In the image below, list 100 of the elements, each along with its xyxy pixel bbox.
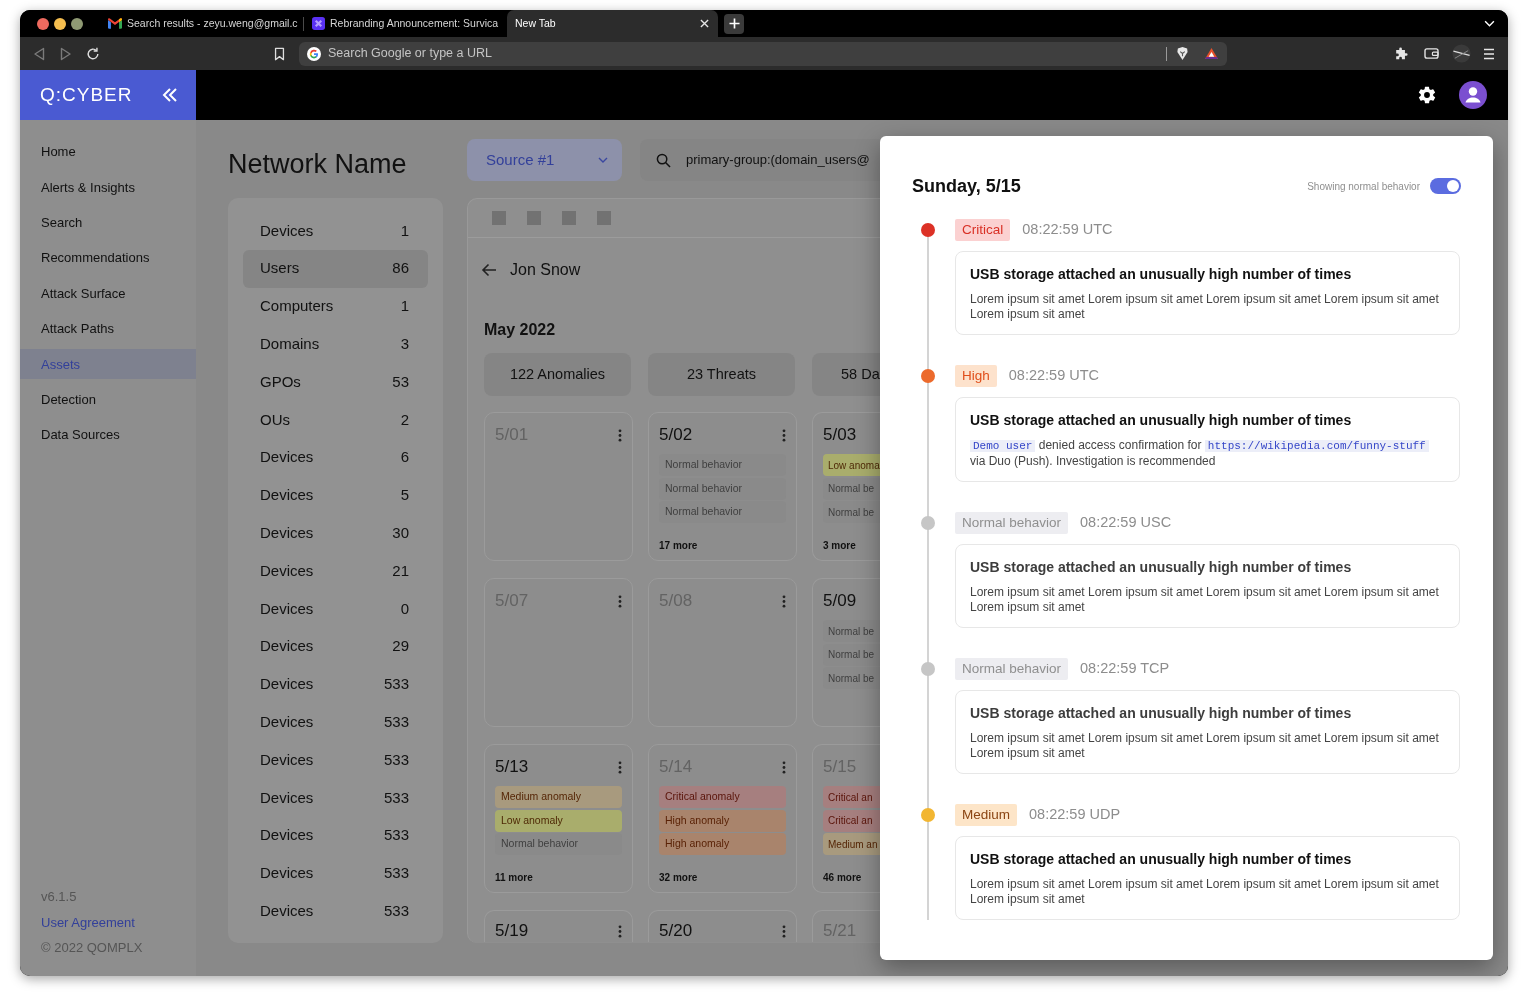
event-chip[interactable]: Critical an bbox=[823, 786, 880, 808]
inline-link[interactable]: Demo user bbox=[970, 440, 1036, 452]
forward-icon[interactable] bbox=[60, 46, 72, 61]
browser-tab[interactable]: New Tab bbox=[507, 10, 718, 37]
asset-list-item[interactable]: Devices 30 bbox=[243, 514, 428, 553]
event-chip[interactable]: Critical anomaly bbox=[659, 786, 786, 808]
browser-tab[interactable]: Rebranding Announcement: Survica bbox=[304, 10, 507, 37]
asset-list-item[interactable]: Devices 5 bbox=[243, 476, 428, 515]
event-title: USB storage attached an unusually high number of times bbox=[970, 704, 1352, 723]
toggle-switch[interactable] bbox=[1430, 178, 1461, 194]
event-chip[interactable]: Normal behavior bbox=[659, 501, 786, 523]
asset-list-item[interactable]: Computers 1 bbox=[243, 287, 428, 326]
event-time: 08:22:59 USC bbox=[1080, 513, 1172, 533]
asset-list-item[interactable]: Devices 1 bbox=[243, 212, 428, 250]
asset-list-item[interactable]: OUs 2 bbox=[243, 401, 428, 439]
chevron-down-icon[interactable] bbox=[1484, 20, 1495, 27]
asset-list-item[interactable]: Devices 29 bbox=[243, 627, 428, 666]
day-card[interactable]: 5/20 bbox=[648, 910, 797, 942]
kebab-menu-icon[interactable] bbox=[618, 760, 622, 774]
event-title: USB storage attached an unusually high number of times bbox=[970, 850, 1352, 869]
nav-item[interactable]: Alerts & Insights bbox=[20, 172, 196, 203]
event-chip[interactable]: High anomaly bbox=[659, 809, 786, 832]
asset-list-item[interactable]: Devices 21 bbox=[243, 552, 428, 590]
stat-button[interactable]: 58 Da bbox=[812, 353, 880, 396]
close-icon[interactable] bbox=[700, 19, 709, 28]
back-icon[interactable] bbox=[33, 46, 45, 61]
more-link[interactable]: 32 more bbox=[659, 872, 698, 884]
nav-item[interactable]: Search bbox=[20, 207, 196, 238]
more-link[interactable]: 17 more bbox=[659, 540, 698, 552]
kebab-menu-icon[interactable] bbox=[782, 760, 786, 774]
asset-list-item[interactable]: Devices 533 bbox=[243, 854, 428, 893]
asset-list-item[interactable]: Domains 3 bbox=[243, 325, 428, 364]
menu-icon[interactable] bbox=[1483, 47, 1495, 60]
day-card[interactable]: 5/13 Medium anomaly Low anomaly Normal behavior 11 more bbox=[484, 744, 633, 893]
event-chip[interactable]: Low anoma bbox=[823, 454, 880, 476]
event-chip[interactable]: Medium an bbox=[823, 833, 880, 855]
window-close-icon[interactable] bbox=[37, 17, 49, 30]
shield-icon[interactable] bbox=[1176, 46, 1189, 61]
back-arrow-icon[interactable] bbox=[481, 263, 497, 277]
reload-icon[interactable] bbox=[86, 46, 100, 61]
app-icon bbox=[312, 17, 325, 30]
settings-icon[interactable] bbox=[1417, 85, 1437, 105]
window-minimize-icon[interactable] bbox=[54, 17, 66, 30]
day-card[interactable]: 5/19 bbox=[484, 910, 633, 942]
profile-avatar-icon[interactable] bbox=[1452, 44, 1471, 63]
kebab-menu-icon[interactable] bbox=[782, 428, 786, 442]
event-description: Lorem ipsum sit amet Lorem ipsum sit amet Lorem ipsum sit amet Lorem ipsum sit amet Lorem ipsum sit amet bbox=[970, 292, 1440, 322]
browser-tab[interactable]: Search results - zeyu.weng@gmail.c bbox=[100, 10, 303, 37]
event-chip[interactable]: Low anomaly bbox=[495, 809, 622, 832]
asset-list-item[interactable]: Devices 0 bbox=[243, 589, 428, 628]
wallet-icon[interactable] bbox=[1424, 47, 1439, 60]
stat-button[interactable]: 23 Threats bbox=[648, 353, 795, 396]
stat-button[interactable]: 122 Anomalies bbox=[484, 353, 631, 396]
event-chip[interactable]: High anomaly bbox=[659, 833, 786, 855]
g-logo-icon bbox=[307, 46, 321, 61]
source-dropdown[interactable]: Source #1 bbox=[467, 139, 622, 181]
bookmark-icon[interactable] bbox=[274, 46, 285, 61]
asset-list-item[interactable]: Users 86 bbox=[243, 249, 428, 288]
day-card[interactable]: 5/09 Normal be Normal be Normal be bbox=[812, 578, 880, 727]
kebab-menu-icon[interactable] bbox=[618, 594, 622, 608]
kebab-menu-icon[interactable] bbox=[782, 594, 786, 608]
nav-item[interactable]: Detection bbox=[20, 384, 196, 415]
kebab-menu-icon[interactable] bbox=[618, 428, 622, 442]
asset-list-item[interactable]: Devices 533 bbox=[243, 741, 428, 779]
nav-item[interactable]: Attack Paths bbox=[20, 313, 196, 344]
event-chip[interactable]: Normal behavior bbox=[659, 454, 786, 476]
event-title: USB storage attached an unusually high number of times bbox=[970, 411, 1352, 430]
nav-item[interactable]: Data Sources bbox=[20, 420, 196, 451]
more-link[interactable]: 46 more bbox=[823, 872, 862, 884]
kebab-menu-icon[interactable] bbox=[782, 924, 786, 938]
event-chip[interactable]: Critical an bbox=[823, 809, 880, 832]
chevron-down-icon bbox=[598, 157, 608, 163]
asset-list-item[interactable]: GPOs 53 bbox=[243, 363, 428, 401]
day-card[interactable]: 5/02 Normal behavior Normal behavior Normal behavior 17 more bbox=[648, 412, 797, 561]
nav-item[interactable]: Home bbox=[20, 137, 196, 167]
more-link[interactable]: 3 more bbox=[823, 540, 856, 552]
asset-list-item[interactable]: Devices 533 bbox=[243, 665, 428, 704]
event-time: 08:22:59 UTC bbox=[1008, 366, 1100, 386]
window-maximize-icon[interactable] bbox=[71, 17, 83, 30]
asset-list-item[interactable]: Devices 533 bbox=[243, 703, 428, 742]
double-chevron-left-icon[interactable] bbox=[162, 88, 178, 102]
nav-item[interactable]: Recommendations bbox=[20, 243, 196, 274]
triangle-icon[interactable] bbox=[1204, 47, 1219, 60]
day-card[interactable]: 5/03 Low anoma Normal be Normal be 3 more bbox=[812, 412, 880, 561]
puzzle-icon[interactable] bbox=[1394, 46, 1408, 61]
asset-list-item[interactable]: Devices 533 bbox=[243, 892, 428, 931]
asset-list-item[interactable]: Devices 533 bbox=[243, 778, 428, 817]
new-tab-button[interactable] bbox=[724, 13, 744, 34]
app-logo: Q:CYBER bbox=[40, 82, 133, 107]
user-avatar-icon[interactable] bbox=[1459, 81, 1487, 109]
more-link[interactable]: 11 more bbox=[495, 872, 533, 884]
event-chip[interactable]: Medium anomaly bbox=[495, 786, 622, 808]
search-field[interactable]: primary-group:(domain_users@ bbox=[640, 139, 880, 181]
asset-list-item[interactable]: Devices 6 bbox=[243, 438, 428, 477]
nav-item[interactable]: Attack Surface bbox=[20, 278, 196, 309]
address-bar[interactable]: Search Google or type a URL bbox=[299, 41, 1227, 66]
inline-link[interactable]: https://wikipedia.com/funny-stuff bbox=[1204, 440, 1429, 452]
kebab-menu-icon[interactable] bbox=[618, 924, 622, 938]
asset-list-item[interactable]: Devices 533 bbox=[243, 816, 428, 855]
event-chip[interactable]: Normal behavior bbox=[495, 833, 622, 855]
